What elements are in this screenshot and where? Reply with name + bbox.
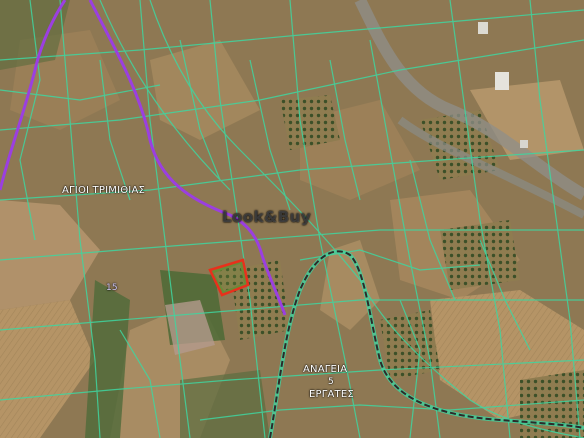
- district-number-label: 5: [328, 377, 334, 387]
- village-label-ergates: ΕΡΓΑΤΕΣ: [309, 389, 354, 400]
- route-number-label: 15: [106, 283, 118, 293]
- satellite-map[interactable]: Look&Buy ΑΓΙΟΙ ΤΡΙΜΙΘΙΑΣ ΑΝΑΓΕΙΑ 5 ΕΡΓΑΤ…: [0, 0, 584, 438]
- village-label-anageia: ΑΝΑΓΕΙΑ: [303, 364, 348, 375]
- watermark-text: Look&Buy: [222, 208, 312, 226]
- village-label-agioi-trimithias: ΑΓΙΟΙ ΤΡΙΜΙΘΙΑΣ: [62, 185, 146, 196]
